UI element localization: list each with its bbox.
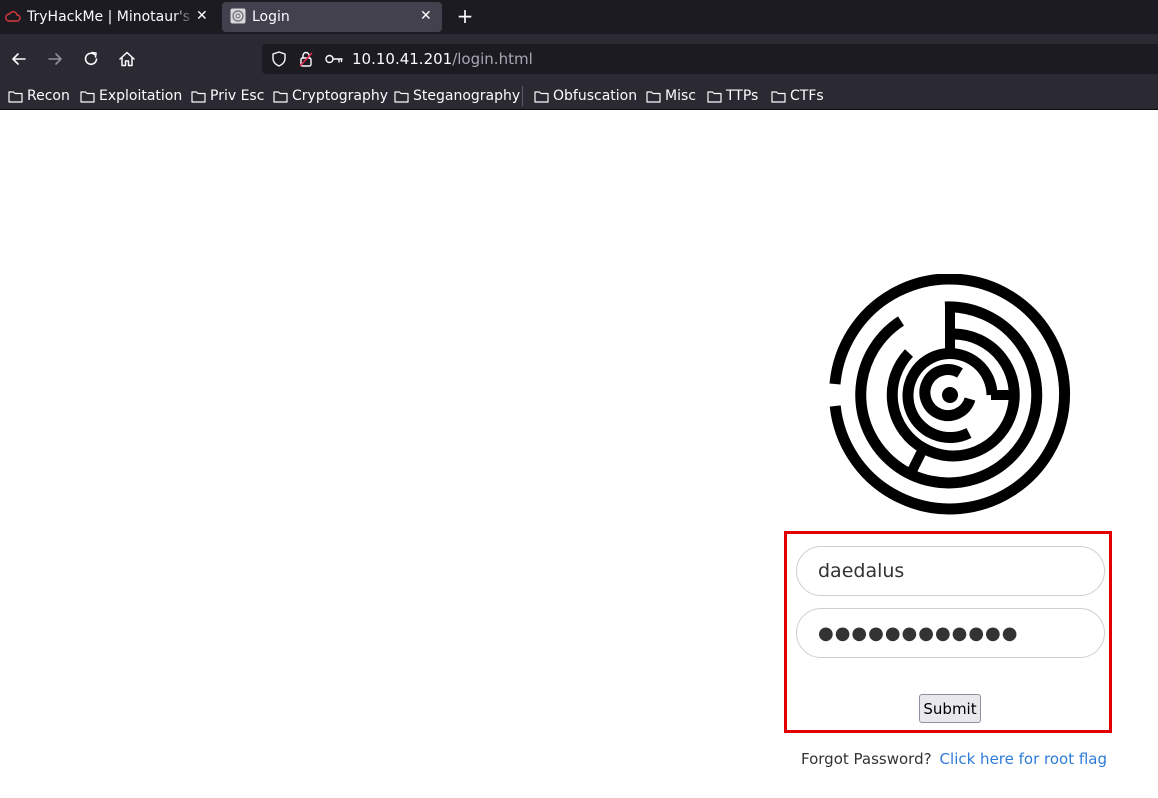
key-icon[interactable] [324,50,344,68]
folder-icon [646,90,661,103]
username-input[interactable] [796,546,1105,596]
bookmark-label: Recon [27,88,70,104]
close-icon[interactable]: ✕ [420,8,432,24]
folder-icon [771,90,786,103]
folder-icon [80,90,95,103]
forward-arrow-icon[interactable] [45,49,65,69]
bookmark-steganography[interactable]: Steganography [394,85,520,107]
tab-login[interactable]: Login ✕ [222,2,442,32]
bookmark-label: Exploitation [99,88,183,104]
submit-button[interactable]: Submit [919,694,981,723]
bookmark-label: Obfuscation [553,88,638,104]
close-icon[interactable]: ✕ [196,8,208,24]
forgot-password-row: Forgot Password? Click here for root flag [801,750,1107,768]
reload-icon[interactable] [81,49,101,69]
bookmark-ttps[interactable]: TTPs [707,85,758,107]
insecure-lock-icon[interactable] [297,50,315,68]
tryhackme-cloud-icon [5,11,21,22]
url-text[interactable]: 10.10.41.201/login.html [352,50,533,68]
bookmark-label: TTPs [726,88,759,104]
bookmark-label: Priv Esc [210,88,265,104]
password-input[interactable] [796,608,1105,658]
tab-title: Login [252,9,290,25]
back-arrow-icon[interactable] [9,49,29,69]
bookmark-ctfs[interactable]: CTFs [771,85,824,107]
tab-tryhackme[interactable]: TryHackMe | Minotaur's Labyrinth ✕ [0,0,218,34]
labyrinth-logo-icon [829,274,1071,515]
bookmark-separator [522,86,523,106]
home-icon[interactable] [117,49,137,69]
shield-icon[interactable] [270,50,288,68]
folder-icon [273,90,288,103]
bookmark-label: Misc [665,88,696,104]
folder-icon [707,90,722,103]
bookmark-priv-esc[interactable]: Priv Esc [191,85,264,107]
url-path: /login.html [452,50,533,68]
bookmark-cryptography[interactable]: Cryptography [273,85,388,107]
bookmark-obfuscation[interactable]: Obfuscation [534,85,637,107]
folder-icon [394,90,409,103]
bookmark-label: CTFs [790,88,824,104]
url-host: 10.10.41.201 [352,50,453,68]
bookmark-label: Cryptography [292,88,389,104]
folder-icon [191,90,206,103]
bookmark-label: Steganography [413,88,521,104]
new-tab-plus-icon[interactable]: + [455,5,475,27]
bookmark-exploitation[interactable]: Exploitation [80,85,182,107]
tab-title: TryHackMe | Minotaur's Labyrinth [27,9,194,25]
forgot-password-label: Forgot Password? [801,750,932,768]
folder-icon [8,90,23,103]
bookmark-recon[interactable]: Recon [8,85,70,107]
folder-icon [534,90,549,103]
bookmark-misc[interactable]: Misc [646,85,696,107]
root-flag-link[interactable]: Click here for root flag [940,750,1107,768]
globe-icon [230,8,246,24]
